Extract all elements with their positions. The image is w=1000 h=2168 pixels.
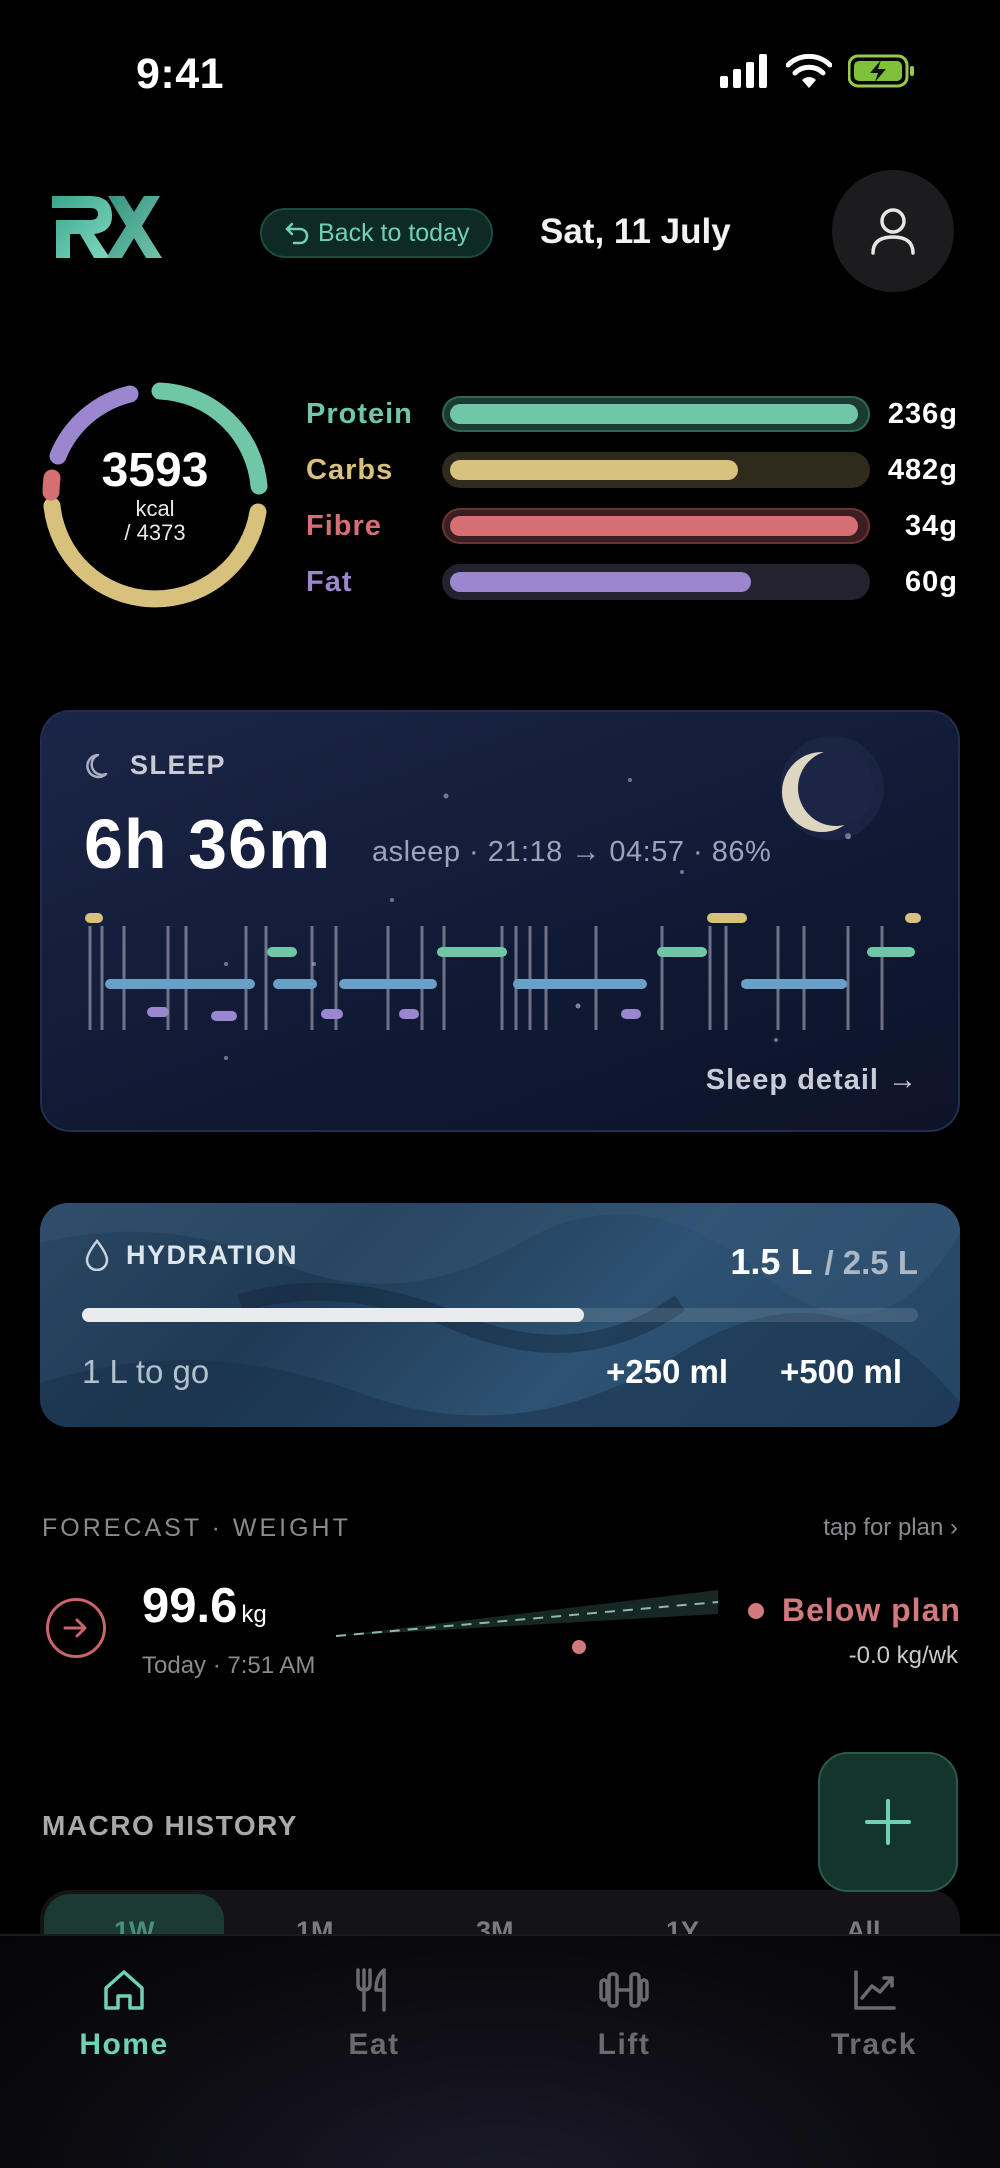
sleep-meta: asleep · 21:18 → 04:57 · 86% [372,836,772,868]
tab-home[interactable]: Home [34,1966,214,2062]
tab-track-label: Track [831,2028,917,2061]
hydration-header: HYDRATION [84,1239,298,1271]
hydration-goal: / 2.5 L [824,1244,918,1281]
dumbbell-icon [599,1972,649,2008]
macro-row-protein: Protein 236g [306,392,966,436]
profile-button[interactable] [832,170,954,292]
sleep-detail-label: Sleep detail [705,1064,879,1096]
arrow-right-icon: → [878,1064,918,1096]
forecast-rate: -0.0 kg/wk [848,1642,958,1669]
hydration-progress-fill [82,1308,584,1322]
user-icon [871,208,915,255]
tab-eat-label: Eat [348,2028,400,2061]
macro-row-fat: Fat 60g [306,560,966,604]
status-bar: 9:41 [0,0,1000,150]
cellular-signal-icon [720,54,767,88]
weight-value: 99.6 [142,1579,238,1633]
macro-track [442,508,870,544]
macro-value: 34g [905,509,958,542]
macro-fill [450,460,738,480]
plan-link[interactable]: tap for plan › [823,1514,958,1542]
moon-small-icon [86,753,108,778]
chart-icon [854,1970,896,2010]
tab-lift-label: Lift [597,2028,651,2061]
tab-track[interactable]: Track [784,1966,964,2062]
sleep-card[interactable]: SLEEP 6h 36m asleep · 21:18 → 04:57 · 86… [40,710,960,1132]
plus-icon [865,1799,911,1845]
sleep-header: SLEEP [86,750,226,781]
macro-value: 236g [887,397,958,430]
weight-unit: kg [241,1601,267,1628]
calories-unit: kcal [135,496,175,521]
sleep-label: SLEEP [130,750,227,780]
back-to-today-button[interactable]: Back to today [260,208,494,258]
macro-row-fibre: Fibre 34g [306,504,966,548]
macro-label: Carbs [306,453,394,486]
tab-bar: Home Eat Lift Track [0,1934,1000,2168]
tab-lift[interactable]: Lift [534,1966,714,2062]
sleep-duration: 6h 36m [84,805,332,883]
macro-history-title: MACRO HISTORY [42,1810,298,1841]
calories-goal: / 4373 [124,520,186,545]
status-dot [748,1602,764,1619]
fork-knife-icon [356,1968,386,2012]
macro-label: Fat [306,565,353,598]
sleep-hypnogram [85,913,921,1030]
wifi-icon [786,54,832,88]
hydration-current: 1.5 L [730,1241,813,1282]
hydration-remaining: 1 L to go [82,1353,210,1390]
macro-track [442,396,870,432]
forecast-label: FORECAST · WEIGHT [42,1514,351,1542]
tab-home-label: Home [79,2028,169,2061]
status-time: 9:41 [136,50,225,98]
macro-fill [450,404,858,424]
macro-label: Fibre [306,509,382,542]
water-drop-icon [85,1239,109,1271]
add-entry-button[interactable] [818,1752,958,1892]
hydration-card[interactable]: HYDRATION 1.5 L / 2.5 L 1 L to go +250 m… [40,1203,960,1427]
hydration-label: HYDRATION [126,1239,298,1270]
status-icons [720,54,916,88]
home-icon [104,1970,144,2010]
macro-row-carbs: Carbs 482g [306,448,966,492]
add-250ml-button[interactable]: +250 ml [606,1353,728,1391]
calorie-ring-center: 3593 kcal / 4373 [38,378,272,612]
macro-track [442,564,870,600]
forecast-status-label: Below plan [782,1592,961,1628]
macro-summary[interactable]: 3593 kcal / 4373 Protein 236g Carbs 482g… [0,378,1000,618]
calories-consumed: 3593 [101,444,209,497]
weight-timestamp: Today · 7:51 AM [142,1652,316,1679]
macro-fill [450,516,858,536]
add-500ml-button[interactable]: +500 ml [780,1353,902,1391]
back-to-today-label: Back to today [318,218,470,247]
forecast-status: Below plan [748,1592,961,1629]
header: Back to today Sat, 11 July [0,170,1000,300]
macro-value: 482g [887,453,958,486]
macro-fill [450,572,751,592]
weight-forecast[interactable]: FORECAST · WEIGHT tap for plan › 99.6 kg … [0,1500,1000,1700]
hydration-amount: 1.5 L / 2.5 L [730,1241,918,1283]
moon-icon [780,736,884,840]
undo-arrow-icon [285,222,309,245]
forecast-sparkline [335,1590,719,1654]
macro-value: 60g [905,565,958,598]
arrow-right-circle-icon [46,1598,106,1658]
macro-track [442,452,870,488]
battery-charging-icon [848,54,914,88]
hydration-progress-track [82,1308,918,1322]
weight-value-wrap: 99.6 kg [142,1578,267,1634]
rx-logo [52,196,162,258]
tab-eat[interactable]: Eat [284,1966,464,2062]
current-date[interactable]: Sat, 11 July [540,212,731,252]
macro-label: Protein [306,397,413,430]
sleep-detail-link[interactable]: Sleep detail → [706,1064,918,1097]
